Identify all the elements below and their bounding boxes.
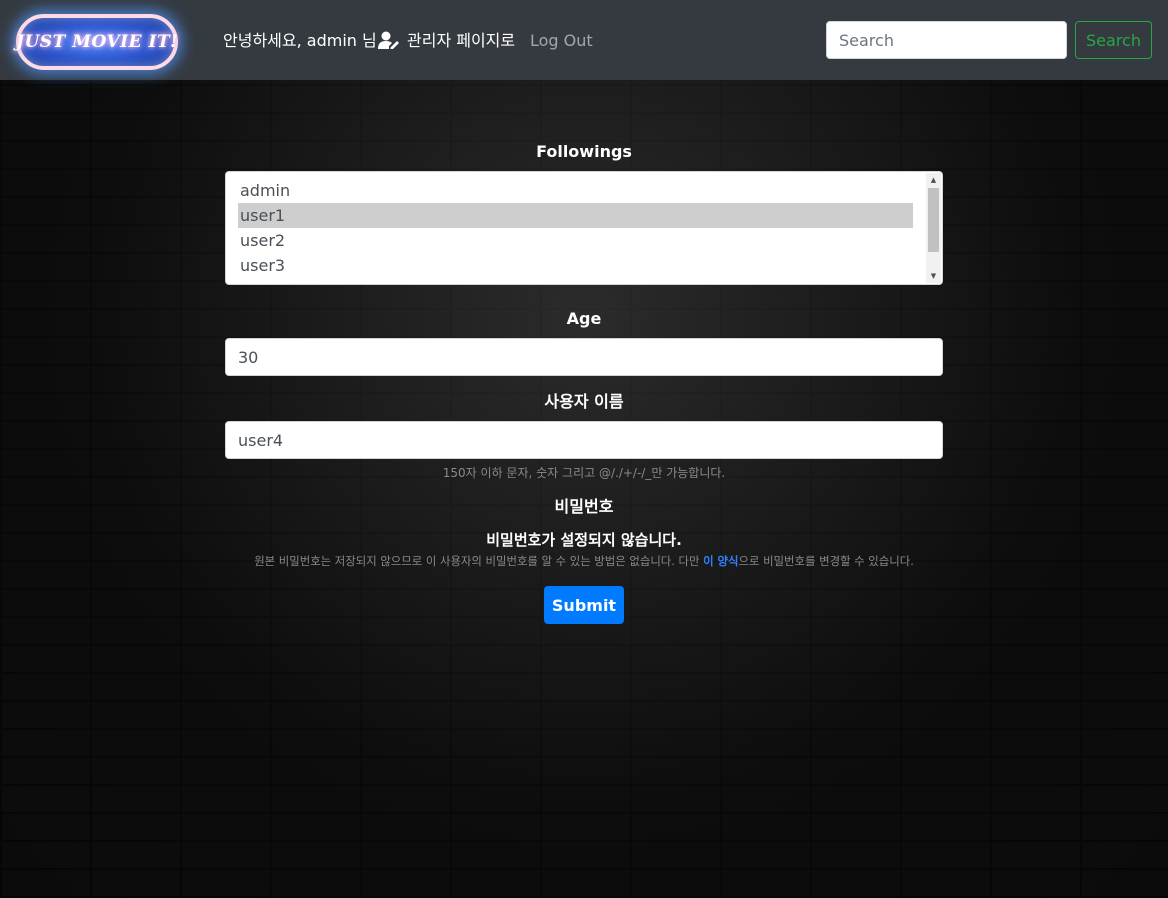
select-scrollbar[interactable]: ▲ ▼ bbox=[926, 173, 941, 283]
username-input[interactable] bbox=[225, 421, 943, 459]
following-option[interactable]: admin bbox=[238, 178, 912, 203]
user-edit-form: Followings admin user1 user2 user3 ▲ ▼ A… bbox=[225, 140, 943, 624]
password-help-text: 원본 비밀번호는 저장되지 않으므로 이 사용자의 비밀번호를 알 수 있는 방… bbox=[221, 553, 947, 569]
submit-button[interactable]: Submit bbox=[544, 586, 624, 624]
logo[interactable]: JUST MOVIE IT! bbox=[16, 14, 178, 70]
password-status: 비밀번호가 설정되지 않습니다. bbox=[486, 531, 682, 549]
followings-select[interactable]: admin user1 user2 user3 ▲ ▼ bbox=[225, 171, 943, 285]
followings-label: Followings bbox=[536, 142, 632, 161]
age-label: Age bbox=[566, 309, 602, 328]
search-input[interactable] bbox=[826, 21, 1067, 59]
following-option[interactable]: user2 bbox=[238, 228, 912, 253]
scroll-up-arrow-icon[interactable]: ▲ bbox=[926, 173, 941, 187]
following-option[interactable]: user1 bbox=[238, 203, 913, 228]
password-help-after: 으로 비밀번호를 변경할 수 있습니다. bbox=[738, 554, 914, 568]
greeting-text: 안녕하세요, admin 님 bbox=[223, 31, 377, 50]
logo-text: JUST MOVIE IT! bbox=[15, 32, 179, 52]
user-edit-icon bbox=[377, 31, 399, 49]
scroll-thumb[interactable] bbox=[928, 188, 939, 252]
greeting-link[interactable]: 안녕하세요, admin 님 bbox=[223, 31, 400, 51]
admin-page-link[interactable]: 관리자 페이지로 bbox=[407, 31, 515, 51]
search-button[interactable]: Search bbox=[1075, 21, 1152, 59]
age-input[interactable] bbox=[225, 338, 943, 376]
scroll-down-arrow-icon[interactable]: ▼ bbox=[926, 269, 941, 283]
password-label: 비밀번호 bbox=[554, 497, 614, 516]
navbar: JUST MOVIE IT! 안녕하세요, admin 님 관리자 페이지로 L… bbox=[0, 0, 1168, 80]
logout-link[interactable]: Log Out bbox=[530, 31, 593, 51]
following-option[interactable]: user3 bbox=[238, 253, 912, 278]
password-help-before: 원본 비밀번호는 저장되지 않으므로 이 사용자의 비밀번호를 알 수 있는 방… bbox=[254, 554, 704, 568]
username-help-text: 150자 이하 문자, 숫자 그리고 @/./+/-/_만 가능합니다. bbox=[442, 466, 726, 480]
password-change-link[interactable]: 이 양식 bbox=[703, 554, 738, 568]
username-label: 사용자 이름 bbox=[544, 392, 624, 411]
